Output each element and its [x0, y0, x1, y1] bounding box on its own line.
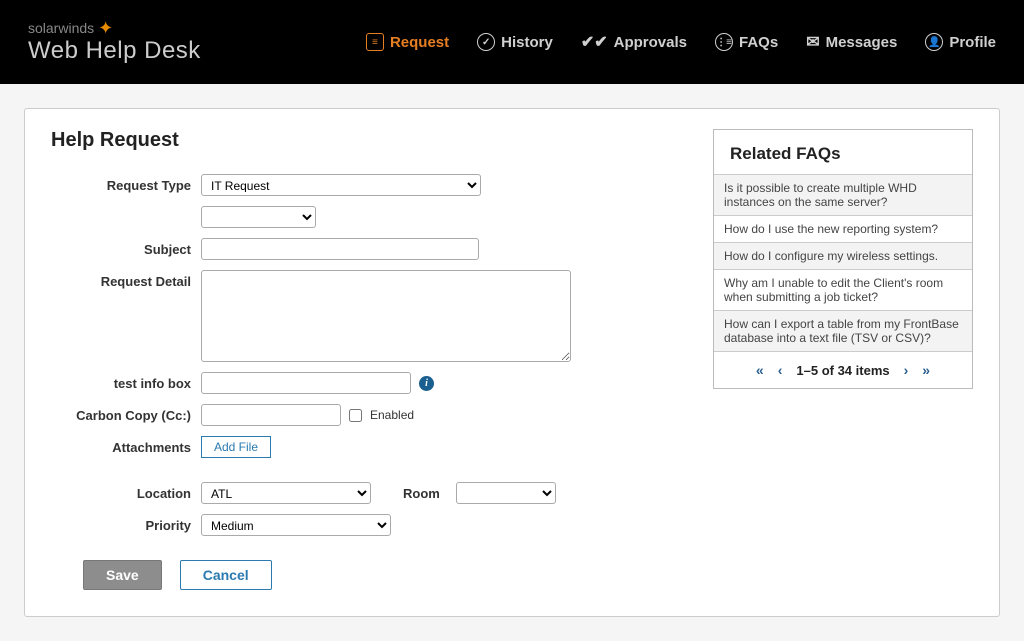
- nav-faqs-label: FAQs: [739, 34, 778, 51]
- list-icon: ≡: [366, 33, 384, 51]
- brand-logo: solarwinds ✦ Web Help Desk: [28, 19, 201, 65]
- label-attachments: Attachments: [51, 436, 201, 455]
- solarwinds-logo-icon: ✦: [98, 19, 113, 37]
- faq-pager: « ‹ 1–5 of 34 items › »: [714, 351, 972, 388]
- pager-first-icon[interactable]: «: [756, 362, 764, 378]
- nav-request-label: Request: [390, 34, 449, 51]
- room-select[interactable]: [456, 482, 556, 504]
- related-faqs-panel: Related FAQs Is it possible to create mu…: [713, 129, 973, 389]
- label-subject: Subject: [51, 238, 201, 257]
- clock-icon: ✓: [477, 33, 495, 51]
- cc-enabled-checkbox[interactable]: [349, 409, 362, 422]
- label-location: Location: [51, 482, 201, 501]
- nav-history[interactable]: ✓ History: [477, 33, 553, 51]
- request-type-select[interactable]: IT Request: [201, 174, 481, 196]
- subject-input[interactable]: [201, 238, 479, 260]
- label-carbon-copy: Carbon Copy (Cc:): [51, 404, 201, 423]
- label-test-info-box: test info box: [51, 372, 201, 391]
- faq-item[interactable]: How can I export a table from my FrontBa…: [714, 310, 972, 351]
- label-room: Room: [403, 486, 440, 501]
- nav-messages[interactable]: ✉ Messages: [806, 32, 897, 52]
- request-detail-textarea[interactable]: [201, 270, 571, 362]
- nav-messages-label: Messages: [826, 34, 898, 51]
- nav-approvals[interactable]: ✔✔ Approvals: [581, 32, 687, 52]
- label-request-type: Request Type: [51, 174, 201, 193]
- envelope-icon: ✉: [806, 32, 819, 52]
- location-select[interactable]: ATL: [201, 482, 371, 504]
- nav-profile[interactable]: 👤 Profile: [925, 33, 996, 51]
- add-file-button[interactable]: Add File: [201, 436, 271, 458]
- nav-approvals-label: Approvals: [614, 34, 687, 51]
- pager-next-icon[interactable]: ›: [904, 362, 909, 378]
- label-request-detail: Request Detail: [51, 270, 201, 289]
- pager-status: 1–5 of 34 items: [796, 363, 889, 378]
- info-icon[interactable]: i: [419, 376, 434, 391]
- faq-panel-title: Related FAQs: [714, 130, 972, 174]
- nav-request[interactable]: ≡ Request: [366, 33, 449, 51]
- nav-history-label: History: [501, 34, 553, 51]
- cc-enabled-label: Enabled: [370, 408, 414, 422]
- nav-profile-label: Profile: [949, 34, 996, 51]
- top-nav-bar: solarwinds ✦ Web Help Desk ≡ Request ✓ H…: [0, 0, 1024, 84]
- pager-prev-icon[interactable]: ‹: [778, 362, 783, 378]
- brand-product: Web Help Desk: [28, 37, 201, 65]
- pager-last-icon[interactable]: »: [922, 362, 930, 378]
- user-icon: 👤: [925, 33, 943, 51]
- cancel-button[interactable]: Cancel: [180, 560, 272, 590]
- save-button[interactable]: Save: [83, 560, 162, 590]
- priority-select[interactable]: Medium: [201, 514, 391, 536]
- test-info-box-input[interactable]: [201, 372, 411, 394]
- faq-item[interactable]: Why am I unable to edit the Client's roo…: [714, 269, 972, 310]
- faq-item[interactable]: How do I use the new reporting system?: [714, 215, 972, 242]
- label-priority: Priority: [51, 514, 201, 533]
- page-title: Help Request: [51, 129, 689, 152]
- nav-faqs[interactable]: ⋮≡ FAQs: [715, 33, 778, 51]
- check-icon: ✔✔: [581, 32, 608, 52]
- help-request-card: Help Request Request Type IT Request: [24, 108, 1000, 617]
- faq-list: Is it possible to create multiple WHD in…: [714, 174, 972, 351]
- main-nav: ≡ Request ✓ History ✔✔ Approvals ⋮≡ FAQs…: [366, 32, 996, 52]
- carbon-copy-input[interactable]: [201, 404, 341, 426]
- faq-item[interactable]: Is it possible to create multiple WHD in…: [714, 174, 972, 215]
- request-subtype-select[interactable]: [201, 206, 316, 228]
- list-bullets-icon: ⋮≡: [715, 33, 733, 51]
- faq-item[interactable]: How do I configure my wireless settings.: [714, 242, 972, 269]
- brand-company: solarwinds: [28, 20, 94, 36]
- help-request-form: Help Request Request Type IT Request: [51, 129, 689, 590]
